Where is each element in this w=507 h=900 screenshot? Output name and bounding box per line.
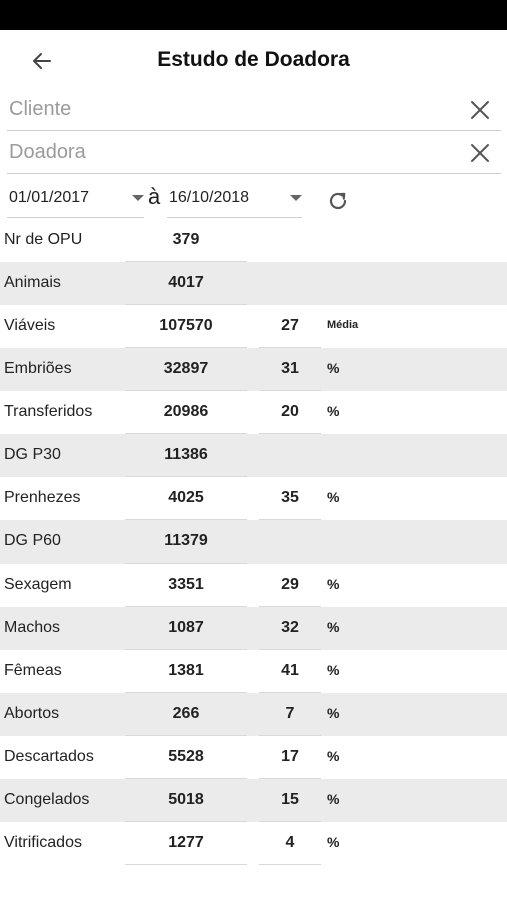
stat-label: Fêmeas	[4, 661, 62, 679]
stat-label: Machos	[4, 618, 61, 636]
stat-unit: %	[327, 489, 340, 506]
stat-count: 4017	[168, 274, 204, 292]
stat-label: Descartados	[4, 747, 94, 765]
caret-down-icon	[290, 195, 302, 201]
stat-percent: 35	[281, 489, 299, 507]
stat-row: DG P60 11379	[0, 520, 507, 564]
stat-unit: %	[327, 403, 340, 420]
stat-count: 32897	[163, 360, 209, 378]
caret-down-icon	[132, 195, 144, 201]
stat-label: Vitrificados	[4, 833, 82, 851]
clear-doadora-button[interactable]	[467, 140, 493, 166]
stat-row: Vitrificados 1277 4%	[0, 822, 507, 865]
stat-unit: %	[327, 747, 340, 764]
status-bar	[0, 0, 507, 30]
clear-cliente-button[interactable]	[467, 97, 493, 123]
stat-count: 107570	[159, 317, 213, 335]
stat-count: 11386	[164, 446, 208, 464]
stat-row: DG P30 11386	[0, 434, 507, 478]
stat-unit: %	[327, 618, 340, 635]
stat-label: Abortos	[4, 704, 60, 722]
stat-row: Animais 4017	[0, 262, 507, 306]
close-icon	[471, 144, 489, 162]
stat-unit: %	[327, 790, 340, 807]
app-bar: Estudo de Doadora	[0, 30, 507, 92]
stat-row: Nr de OPU 379	[0, 219, 507, 263]
stat-count: 4025	[168, 489, 204, 507]
stat-row: Prenhezes 4025 35%	[0, 477, 507, 521]
stat-count: 1381	[168, 661, 204, 679]
stat-label: Congelados	[4, 790, 90, 808]
stat-unit: Média	[327, 319, 359, 332]
stat-count: 5018	[168, 790, 204, 808]
stats-list: Nr de OPU 379 Animais 4017 Viáveis 107570 27 Mé…	[0, 219, 507, 865]
stat-row: Sexagem 3351 29%	[0, 564, 507, 607]
stat-count: 3351	[168, 575, 204, 593]
stat-count: 379	[172, 231, 200, 248]
stat-percent: 20	[281, 403, 299, 421]
start-date-value: 01/01/2017	[9, 189, 90, 206]
stat-row: Transferidos 20986 20%	[0, 391, 507, 435]
doadora-input[interactable]	[9, 132, 449, 172]
stat-label: Transferidos	[4, 403, 93, 421]
stat-count: 5528	[168, 747, 204, 765]
stat-unit: %	[327, 360, 340, 377]
stat-row: Machos 1087 32%	[0, 606, 507, 650]
doadora-field	[7, 132, 501, 174]
stat-count: 1277	[168, 833, 204, 851]
stat-row: Congelados 5018 15%	[0, 778, 507, 822]
stat-count: 266	[172, 704, 200, 722]
stat-row: Abortos 266 7%	[0, 692, 507, 736]
stat-label: DG P60	[4, 532, 61, 550]
stat-unit: %	[327, 661, 340, 678]
stat-unit: %	[327, 575, 340, 592]
stat-row: Descartados 5528 17%	[0, 736, 507, 779]
refresh-button[interactable]	[323, 186, 353, 216]
date-range-row: 01/01/2017 à 16/10/2018	[0, 180, 507, 224]
end-date-select[interactable]: 16/10/2018	[167, 180, 302, 218]
stat-percent: 7	[285, 704, 295, 722]
stat-label: Nr de OPU	[4, 231, 83, 248]
cliente-field	[7, 89, 501, 131]
start-date-select[interactable]: 01/01/2017	[7, 180, 144, 218]
stat-row: Embriões 32897 31%	[0, 348, 507, 392]
stat-percent: 17	[281, 747, 299, 765]
stat-row: Fêmeas 1381 41%	[0, 650, 507, 693]
stat-percent: 32	[281, 618, 299, 636]
stat-label: Viáveis	[4, 317, 56, 335]
refresh-icon	[329, 192, 347, 210]
stat-label: DG P30	[4, 446, 61, 464]
stat-count: 1087	[168, 618, 204, 636]
end-date-value: 16/10/2018	[169, 189, 250, 206]
stat-percent: 41	[281, 661, 299, 679]
stat-label: Embriões	[4, 360, 72, 378]
stat-label: Prenhezes	[4, 489, 81, 507]
stat-count: 20986	[163, 403, 209, 421]
stat-percent: 15	[281, 790, 299, 808]
stat-unit: %	[327, 833, 340, 850]
stat-count: 11379	[164, 532, 208, 550]
stat-label: Animais	[4, 274, 61, 292]
close-icon	[471, 101, 489, 119]
page-title: Estudo de Doadora	[157, 48, 350, 71]
stat-percent-underline	[259, 863, 321, 865]
stat-percent: 31	[281, 360, 299, 378]
stat-unit: %	[327, 704, 340, 721]
stat-percent: 27	[281, 317, 299, 335]
stat-label: Sexagem	[4, 575, 72, 593]
stat-count-underline	[125, 863, 247, 865]
date-separator: à	[148, 184, 161, 209]
cliente-input[interactable]	[9, 89, 449, 129]
stat-percent: 29	[281, 575, 299, 593]
stat-percent: 4	[285, 833, 295, 851]
stat-row: Viáveis 107570 27 Média	[0, 305, 507, 349]
